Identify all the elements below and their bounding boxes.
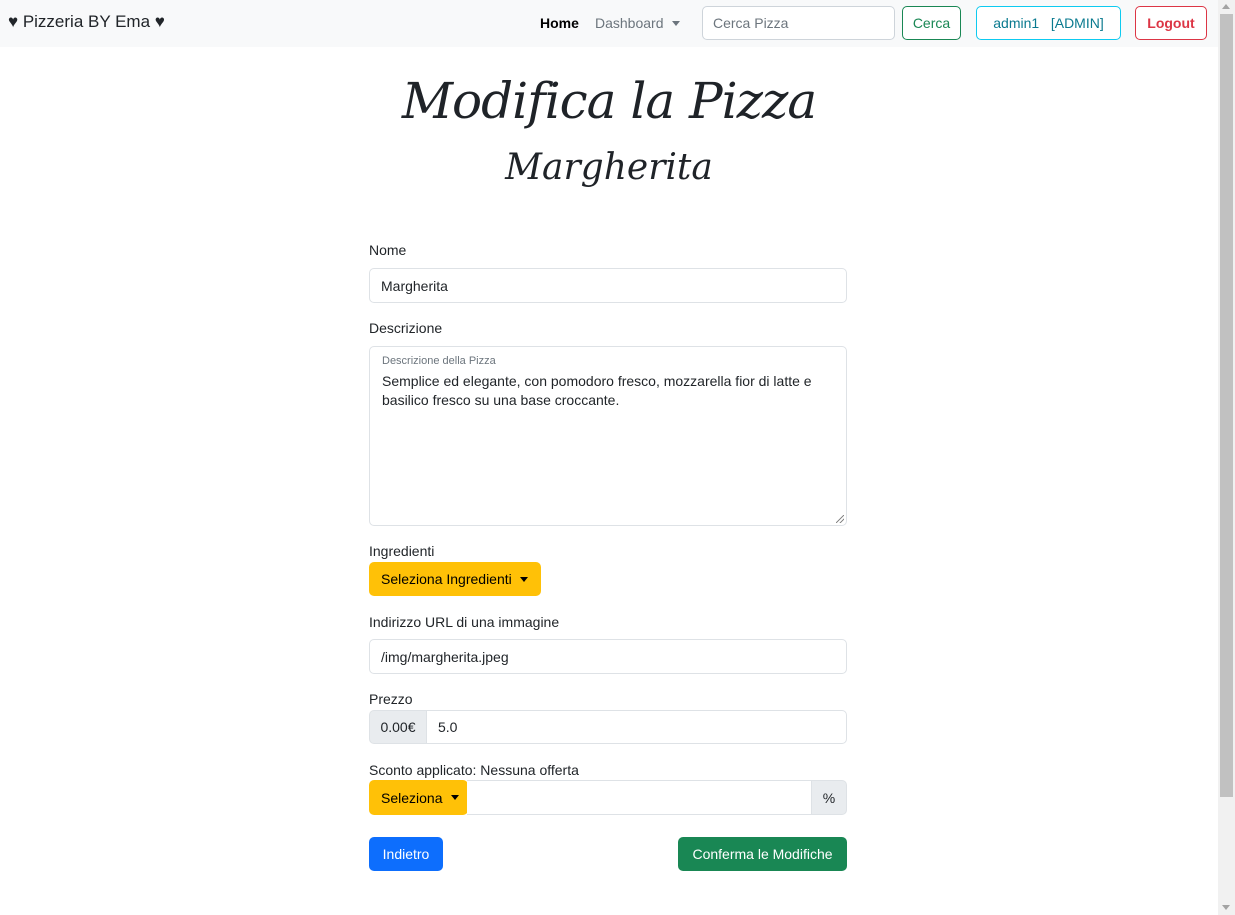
prezzo-prefix: 0.00€ xyxy=(369,710,427,744)
descrizione-textarea[interactable]: Descrizione della Pizza Semplice ed eleg… xyxy=(369,346,847,526)
search-button[interactable]: Cerca xyxy=(902,6,961,40)
search-input[interactable] xyxy=(702,6,895,40)
select-discount-label: Seleziona xyxy=(381,789,443,806)
descrizione-label: Descrizione xyxy=(369,320,443,336)
back-button[interactable]: Indietro xyxy=(369,837,443,871)
percent-suffix: % xyxy=(811,780,847,815)
user-button[interactable]: admin1 [ADMIN] xyxy=(976,6,1121,40)
select-discount-button[interactable]: Seleziona xyxy=(369,780,468,815)
scrollbar-thumb[interactable] xyxy=(1220,14,1233,797)
nav-home-link[interactable]: Home xyxy=(540,15,579,31)
scroll-down-arrow-icon[interactable] xyxy=(1222,905,1230,910)
confirm-button[interactable]: Conferma le Modifiche xyxy=(678,837,847,871)
caret-down-icon xyxy=(519,576,528,582)
logout-button[interactable]: Logout xyxy=(1135,6,1207,40)
navbar: ♥ Pizzeria BY Ema ♥ Home Dashboard Cerca… xyxy=(0,0,1218,47)
url-label: Indirizzo URL di una immagine xyxy=(369,614,560,630)
descrizione-text: Semplice ed elegante, con pomodoro fresc… xyxy=(382,373,812,408)
nav-dashboard-label: Dashboard xyxy=(595,15,664,31)
nav-dashboard-dropdown[interactable]: Dashboard xyxy=(595,15,680,31)
scroll-up-arrow-icon[interactable] xyxy=(1222,4,1230,9)
caret-down-icon xyxy=(450,795,459,800)
scrollbar[interactable] xyxy=(1218,0,1235,915)
nome-input[interactable]: Margherita xyxy=(369,268,847,303)
url-input[interactable]: /img/margherita.jpeg xyxy=(369,639,847,674)
page-title: Modifica la Pizza xyxy=(401,72,817,130)
ingredienti-label: Ingredienti xyxy=(369,543,435,559)
descrizione-placeholder: Descrizione della Pizza xyxy=(382,355,496,367)
prezzo-input[interactable]: 5.0 xyxy=(426,710,847,744)
brand-link[interactable]: ♥ Pizzeria BY Ema ♥ xyxy=(8,12,165,32)
select-ingredients-button[interactable]: Seleziona Ingredienti xyxy=(369,562,541,596)
page-subtitle: Margherita xyxy=(505,147,713,188)
sconto-label: Sconto applicato: Nessuna offerta xyxy=(369,762,579,778)
discount-input[interactable] xyxy=(467,780,812,815)
nome-label: Nome xyxy=(369,242,407,258)
prezzo-label: Prezzo xyxy=(369,691,413,707)
resize-handle-icon[interactable] xyxy=(836,515,844,523)
caret-down-icon xyxy=(671,20,680,26)
select-ingredients-label: Seleziona Ingredienti xyxy=(381,571,512,587)
